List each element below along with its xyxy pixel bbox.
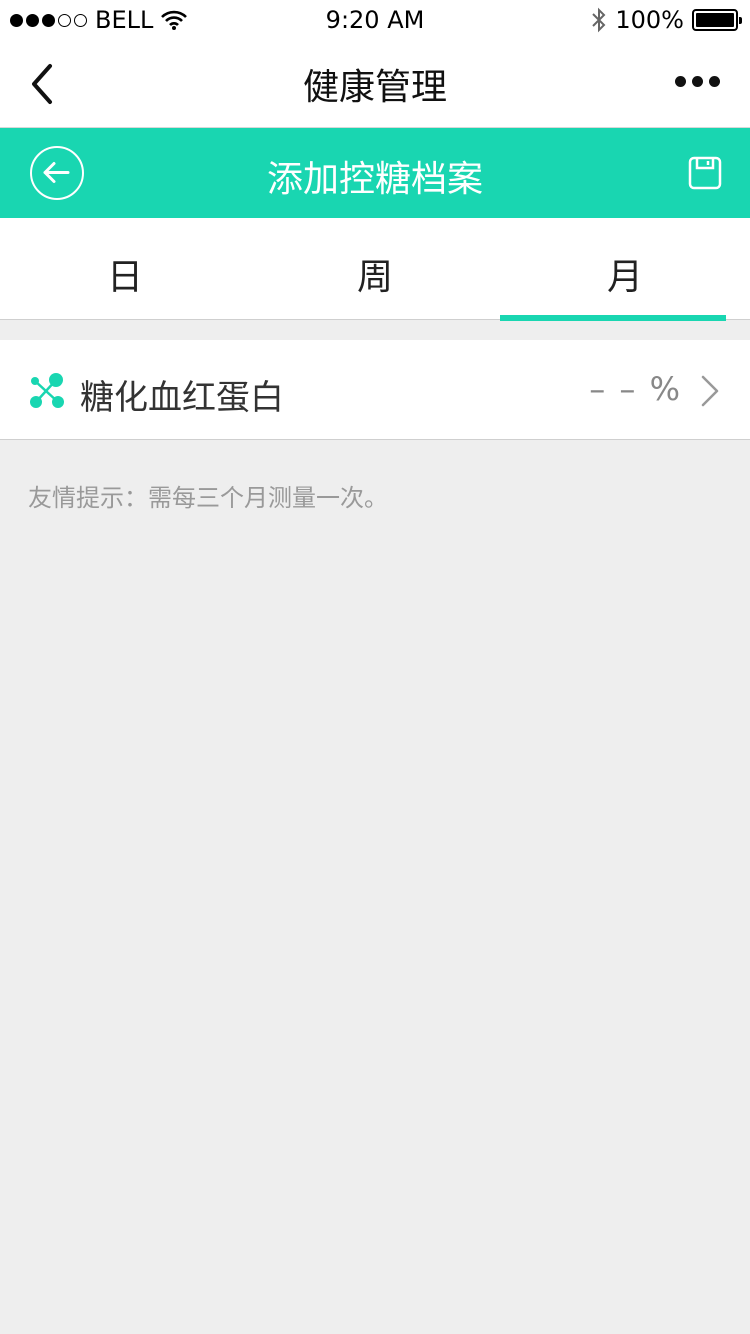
hba1c-row[interactable]: 糖化血红蛋白 – – % (0, 340, 750, 440)
tab-day[interactable]: 日 (0, 218, 250, 319)
status-right: 100% (591, 6, 742, 34)
tip-text: 友情提示：需每三个月测量一次。 (28, 484, 388, 512)
bluetooth-icon (592, 7, 606, 33)
more-icon[interactable] (675, 76, 720, 87)
status-bar: BELL 9:20 AM 100% (0, 0, 750, 40)
active-tab-indicator (500, 315, 726, 321)
section-header: 添加控糖档案 (0, 128, 750, 218)
molecule-icon (30, 373, 64, 408)
battery-icon (692, 9, 742, 31)
tab-week[interactable]: 周 (250, 218, 500, 319)
tab-month[interactable]: 月 (500, 218, 750, 321)
navigation-bar: 健康管理 (0, 40, 750, 128)
hba1c-value: – – % (589, 370, 682, 408)
section-title: 添加控糖档案 (266, 159, 483, 200)
page-title: 健康管理 (302, 67, 447, 108)
chevron-right-icon (701, 375, 719, 407)
battery-percent: 100% (615, 6, 684, 34)
period-tabs: 日 周 月 (0, 218, 750, 321)
hba1c-label: 糖化血红蛋白 (80, 378, 284, 418)
save-icon[interactable] (688, 156, 722, 190)
